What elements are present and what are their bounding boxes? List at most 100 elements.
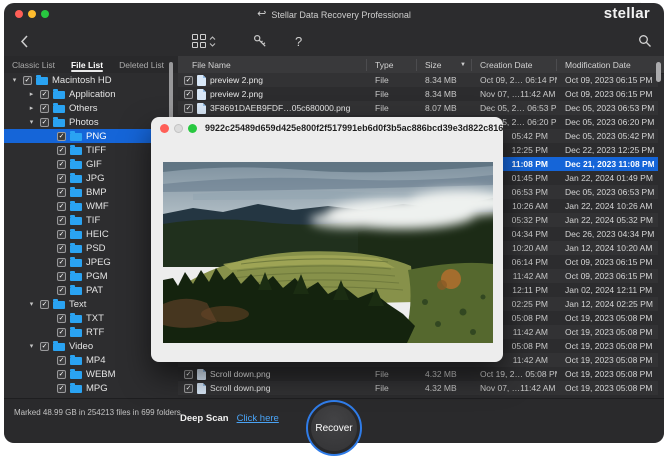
checkbox[interactable]: ✓ <box>57 174 66 183</box>
checkbox[interactable]: ✓ <box>40 104 49 113</box>
window-title-group: ↩ Stellar Data Recovery Professional <box>4 3 664 26</box>
modification-date-cell: Oct 19, 2023 05:08 PM <box>557 341 654 351</box>
folder-icon <box>70 203 82 211</box>
table-row[interactable]: ✓Scroll down.pngFile4.32 MBOct 19, 2… 05… <box>178 367 658 381</box>
folder-icon <box>53 301 65 309</box>
disclosure-triangle-icon[interactable]: ▸ <box>27 104 36 112</box>
checkbox[interactable]: ✓ <box>57 258 66 267</box>
deep-scan-group: Deep Scan Click here <box>180 413 279 424</box>
modification-date-cell: Oct 09, 2023 06:15 PM <box>557 75 654 85</box>
preview-minimize-button[interactable] <box>174 124 183 133</box>
tree-item-webm[interactable]: ✓ WEBM <box>4 367 178 381</box>
file-name-cell: ✓Scroll down.png <box>178 383 367 394</box>
file-list-scrollbar-thumb[interactable] <box>656 62 661 82</box>
column-header-modification-date[interactable]: Modification Date <box>557 59 654 71</box>
list-tabs: Classic List File List Deleted List <box>4 56 178 74</box>
table-row[interactable]: ✓Scroll down.pngFile4.32 MBNov 07, …11:4… <box>178 381 658 395</box>
tree-item-mpg[interactable]: ✓MPG <box>4 381 178 395</box>
tree-item-application[interactable]: ▸✓Application <box>4 87 178 101</box>
grid-view-icon <box>192 34 206 48</box>
folder-icon <box>70 189 82 197</box>
window-title: Stellar Data Recovery Professional <box>271 10 411 20</box>
back-button[interactable] <box>20 26 28 56</box>
checkbox[interactable]: ✓ <box>57 314 66 323</box>
disclosure-triangle-icon[interactable]: ▾ <box>10 76 19 84</box>
table-row[interactable]: ✓3F8691DAEB9FDF…05c680000.pngFile8.07 MB… <box>178 101 658 115</box>
recover-button[interactable]: Recover <box>306 400 362 456</box>
checkbox[interactable]: ✓ <box>57 384 66 393</box>
modification-date-cell: Oct 09, 2023 06:15 PM <box>557 271 654 281</box>
checkbox[interactable]: ✓ <box>57 216 66 225</box>
checkbox[interactable]: ✓ <box>40 342 49 351</box>
checkbox[interactable]: ✓ <box>184 104 193 113</box>
checkbox[interactable]: ✓ <box>57 160 66 169</box>
checkbox[interactable]: ✓ <box>57 286 66 295</box>
modification-date-cell: Oct 19, 2023 05:08 PM <box>557 313 654 323</box>
checkbox[interactable]: ✓ <box>40 300 49 309</box>
tree-item-label: BMP <box>86 187 107 198</box>
type-cell: File <box>367 75 417 85</box>
recover-button-label: Recover <box>311 405 357 451</box>
tree-item-label: PSD <box>86 243 106 254</box>
checkbox[interactable]: ✓ <box>57 370 66 379</box>
table-row[interactable]: ✓preview 2.pngFile8.34 MBOct 09, 2… 06:1… <box>178 73 658 87</box>
tab-classic-list[interactable]: Classic List <box>4 56 63 73</box>
checkbox[interactable]: ✓ <box>57 356 66 365</box>
checkbox[interactable]: ✓ <box>184 90 193 99</box>
column-header-creation-date[interactable]: Creation Date <box>472 59 557 71</box>
checkbox[interactable]: ✓ <box>57 188 66 197</box>
checkbox[interactable]: ✓ <box>184 370 193 379</box>
return-arrow-icon: ↩ <box>257 9 266 20</box>
preview-zoom-button[interactable] <box>188 124 197 133</box>
column-header-size[interactable]: Size ▼ <box>417 59 472 71</box>
disclosure-triangle-icon[interactable]: ▾ <box>27 300 36 308</box>
search-icon <box>638 34 652 48</box>
disclosure-triangle-icon[interactable]: ▾ <box>27 118 36 126</box>
checkbox[interactable]: ✓ <box>40 90 49 99</box>
preview-close-button[interactable] <box>160 124 169 133</box>
checkbox[interactable]: ✓ <box>184 384 193 393</box>
size-cell: 8.34 MB <box>417 75 472 85</box>
file-name-cell: ✓preview 2.png <box>178 75 367 86</box>
file-name-cell: ✓preview 2.png <box>178 89 367 100</box>
preview-titlebar[interactable]: 9922c25489d659d425e800f2f517991eb6d0f3b5… <box>151 117 503 139</box>
search-button[interactable] <box>638 26 652 56</box>
preview-window[interactable]: 9922c25489d659d425e800f2f517991eb6d0f3b5… <box>151 117 503 362</box>
creation-date-cell: Nov 07, …11:42 AM <box>472 89 557 99</box>
preview-window-title: 9922c25489d659d425e800f2f517991eb6d0f3b5… <box>205 123 503 133</box>
checkbox[interactable]: ✓ <box>57 230 66 239</box>
folder-icon <box>70 147 82 155</box>
checkbox[interactable]: ✓ <box>57 328 66 337</box>
tab-file-list[interactable]: File List <box>63 56 111 73</box>
view-switcher-button[interactable] <box>192 26 216 56</box>
checkbox[interactable]: ✓ <box>57 244 66 253</box>
tree-item-others[interactable]: ▸✓Others <box>4 101 178 115</box>
tree-item-label: PAT <box>86 285 103 296</box>
tree-item-macintosh-hd[interactable]: ▾ ✓ Macintosh HD <box>4 73 178 87</box>
disclosure-triangle-icon[interactable]: ▸ <box>27 90 36 98</box>
activation-key-button[interactable] <box>253 26 267 56</box>
type-cell: File <box>367 383 417 393</box>
checkbox[interactable]: ✓ <box>23 76 32 85</box>
deep-scan-click-here-link[interactable]: Click here <box>237 413 279 424</box>
table-row[interactable]: ✓preview 2.pngFile8.34 MBNov 07, …11:42 … <box>178 87 658 101</box>
column-header-file-name[interactable]: File Name <box>178 59 367 71</box>
creation-date-cell: Oct 19, 2… 05:08 PM <box>472 369 557 379</box>
tree-item-label: WEBM <box>86 369 116 380</box>
column-header-type[interactable]: Type <box>367 59 417 71</box>
checkbox[interactable]: ✓ <box>184 76 193 85</box>
disclosure-triangle-icon[interactable]: ▾ <box>27 342 36 350</box>
checkbox[interactable]: ✓ <box>57 146 66 155</box>
checkbox[interactable]: ✓ <box>57 272 66 281</box>
tab-deleted-list[interactable]: Deleted List <box>111 56 172 73</box>
sort-dropdown-icon[interactable]: ▼ <box>460 59 466 71</box>
checkbox[interactable]: ✓ <box>57 202 66 211</box>
modification-date-cell: Dec 05, 2023 06:20 PM <box>557 117 654 127</box>
help-button[interactable]: ? <box>295 26 302 56</box>
question-mark-icon: ? <box>295 34 302 49</box>
tree-item-label: Macintosh HD <box>52 75 112 86</box>
tree-item-label: PNG <box>86 131 107 142</box>
screen: ↩ Stellar Data Recovery Professional ste… <box>0 0 668 459</box>
checkbox[interactable]: ✓ <box>57 132 66 141</box>
checkbox[interactable]: ✓ <box>40 118 49 127</box>
